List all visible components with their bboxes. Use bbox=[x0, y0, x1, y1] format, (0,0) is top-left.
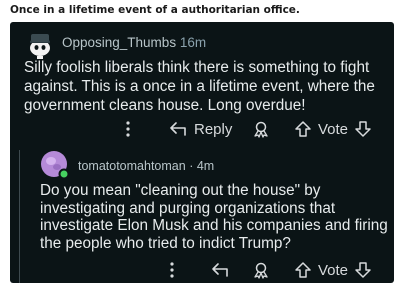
reply-timestamp: 4m bbox=[196, 159, 215, 173]
snoo-avatar-icon[interactable] bbox=[26, 31, 54, 59]
reply-label: Reply bbox=[194, 120, 233, 138]
upvote-icon[interactable] bbox=[294, 261, 312, 279]
upvote-icon[interactable] bbox=[294, 120, 312, 138]
award-icon[interactable] bbox=[252, 117, 270, 141]
reply-arrow-icon[interactable] bbox=[210, 258, 230, 282]
comment-thread: Opposing_Thumbs 16m Silly foolish libera… bbox=[10, 22, 394, 283]
reply-arrow-icon bbox=[168, 120, 188, 138]
reply-actions: Vote bbox=[10, 258, 394, 282]
more-options-icon[interactable] bbox=[169, 258, 175, 282]
award-icon[interactable] bbox=[252, 258, 270, 282]
vote-control: Vote bbox=[294, 258, 372, 282]
vote-label: Vote bbox=[318, 120, 349, 138]
downvote-icon[interactable] bbox=[354, 261, 372, 279]
reply-button[interactable]: Reply bbox=[168, 117, 232, 141]
comment-body: Silly foolish liberals think there is so… bbox=[24, 59, 375, 114]
post-caption: Once in a lifetime event of a authoritar… bbox=[10, 4, 300, 16]
online-status-icon bbox=[58, 168, 70, 180]
comment-timestamp: 16m bbox=[179, 35, 207, 50]
downvote-icon[interactable] bbox=[354, 120, 372, 138]
comment-username[interactable]: Opposing_Thumbs bbox=[62, 35, 176, 50]
reply-separator: · bbox=[189, 159, 194, 173]
comment-actions: Reply Vote bbox=[10, 117, 394, 141]
more-options-icon[interactable] bbox=[125, 117, 131, 141]
comment-author-line: Opposing_Thumbs 16m bbox=[62, 35, 206, 50]
vote-label: Vote bbox=[318, 261, 349, 279]
avatar-icon[interactable] bbox=[40, 150, 70, 180]
reply-username[interactable]: tomatotomahtoman bbox=[78, 159, 186, 173]
vote-control: Vote bbox=[294, 117, 372, 141]
reply-body: Do you mean "cleaning out the house" by … bbox=[40, 182, 388, 252]
reply-author-line: tomatotomahtoman · 4m bbox=[78, 159, 214, 173]
